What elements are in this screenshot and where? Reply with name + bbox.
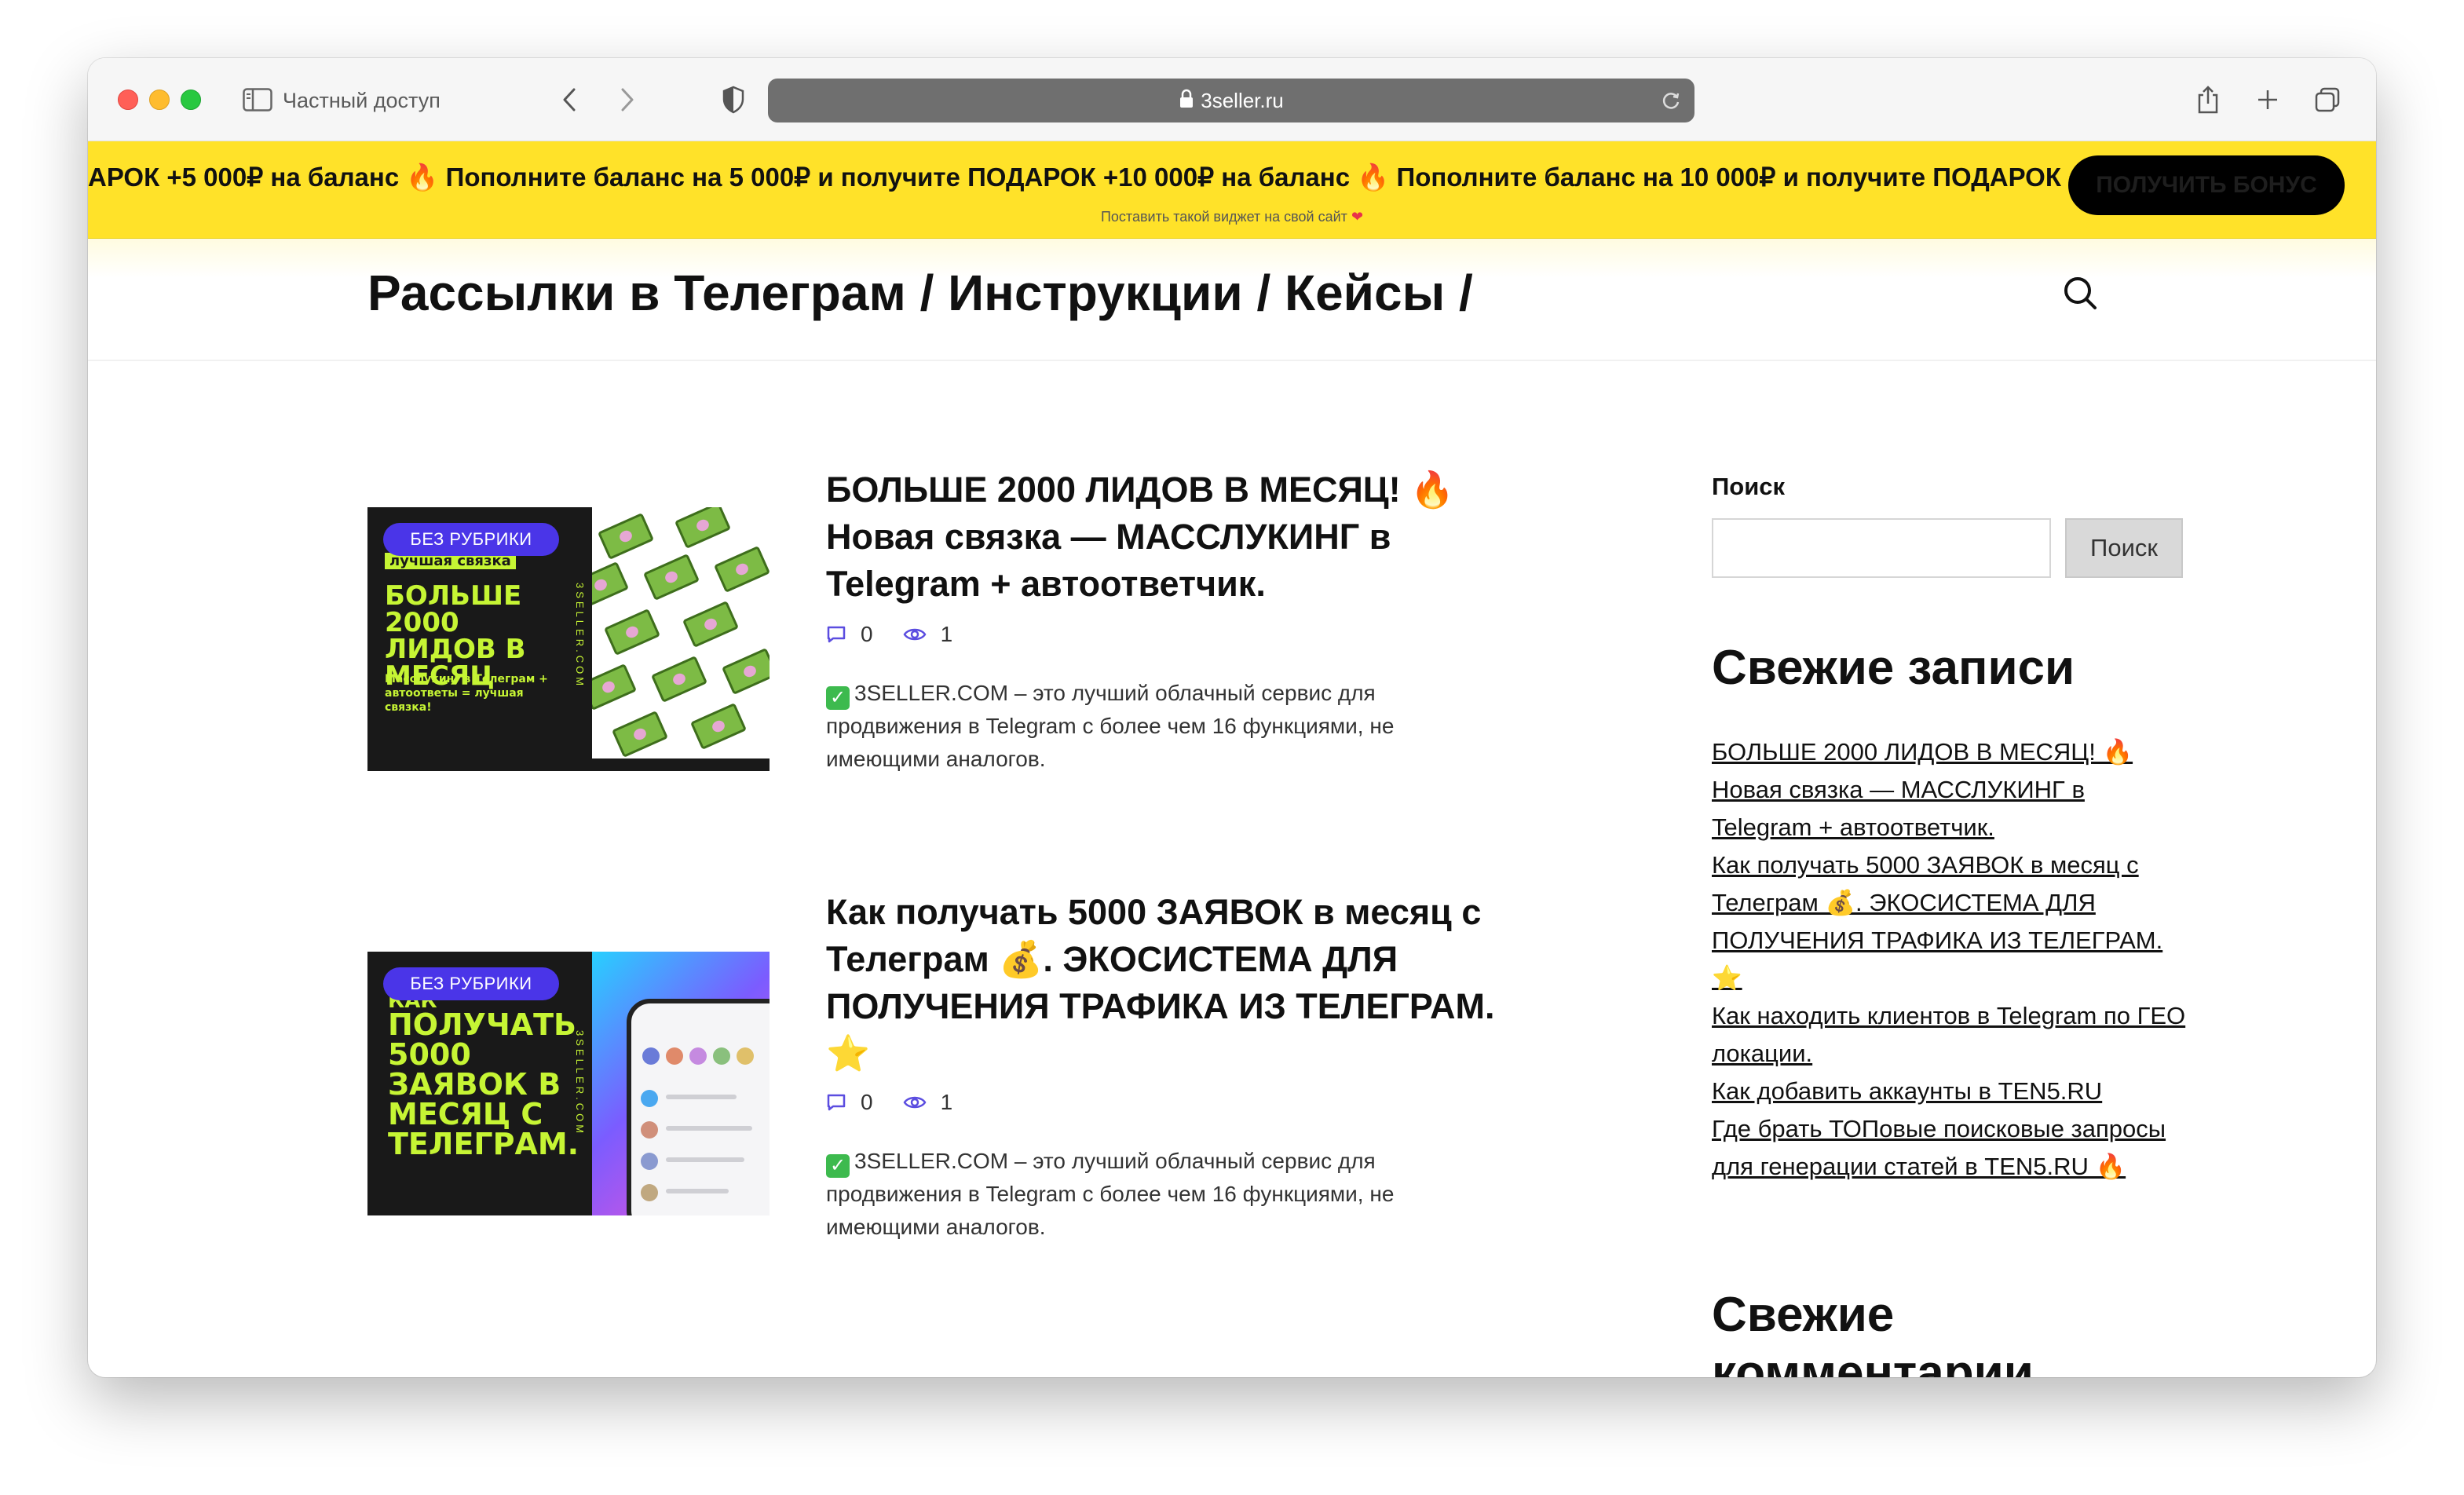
sidebar-search-input[interactable] <box>1712 518 2051 578</box>
money-illustration <box>592 507 770 758</box>
search-label: Поиск <box>1712 473 1786 500</box>
views-count: 1 <box>903 622 952 647</box>
browser-window: Частный доступ 3seller.ru АРОК +5 000₽ н… <box>88 58 2376 1377</box>
tabs-icon[interactable] <box>2312 80 2343 119</box>
heart-icon: ❤ <box>1351 209 1364 225</box>
zoom-window-button[interactable] <box>181 90 201 110</box>
comments-count[interactable]: 0 <box>826 622 873 647</box>
post-card: лучшая связка БОЛЬШЕ 2000 ЛИДОВ В МЕСЯЦ … <box>367 404 1506 812</box>
category-badge[interactable]: БЕЗ РУБРИКИ <box>383 967 559 1000</box>
close-window-button[interactable] <box>118 90 138 110</box>
comments-count[interactable]: 0 <box>826 1090 873 1115</box>
recent-post-link[interactable]: Как получать 5000 ЗАЯВОК в месяц с Телег… <box>1712 846 2191 997</box>
post-meta: 0 1 <box>826 622 982 647</box>
sidebar-icon[interactable] <box>240 80 275 119</box>
post-meta: 0 1 <box>826 1090 982 1115</box>
minimize-window-button[interactable] <box>149 90 170 110</box>
category-badge[interactable]: БЕЗ РУБРИКИ <box>383 523 559 556</box>
recent-post-link[interactable]: Где брать ТОПовые поисковые запросы для … <box>1712 1110 2191 1186</box>
url-text: 3seller.ru <box>1201 88 1284 112</box>
recent-comments-heading: Свежие комментарии <box>1712 1288 2034 1377</box>
plus-icon[interactable] <box>2252 80 2283 119</box>
chevron-right-icon[interactable] <box>616 80 639 119</box>
post-title[interactable]: Как получать 5000 ЗАЯВОК в месяц с Телег… <box>826 889 1501 1077</box>
get-bonus-button[interactable]: ПОЛУЧИТЬ БОНУС <box>2068 155 2345 215</box>
thumb-headline: ПОЛУЧАТЬ 5000 ЗАЯВОК В МЕСЯЦ С ТЕЛЕГРАМ. <box>388 1007 579 1161</box>
site-title[interactable]: Рассылки в Телеграм / Инструкции / Кейсы… <box>367 264 1473 322</box>
recent-post-link[interactable]: БОЛЬШЕ 2000 ЛИДОВ В МЕСЯЦ! 🔥 Новая связк… <box>1712 733 2191 846</box>
sidebar-search-button[interactable]: Поиск <box>2065 518 2183 578</box>
thumb-caption: Масслукинг в Телеграм + автоответы = луч… <box>385 673 548 714</box>
private-browsing-label: Частный доступ <box>283 89 441 112</box>
promo-banner: АРОК +5 000₽ на баланс 🔥 Пополните балан… <box>88 141 2376 239</box>
post-card: КАК ПОЛУЧАТЬ 5000 ЗАЯВОК В МЕСЯЦ С ТЕЛЕГ… <box>367 826 1506 1266</box>
browser-toolbar: Частный доступ 3seller.ru <box>88 58 2376 141</box>
comment-icon <box>827 626 846 643</box>
checkmark-icon: ✓ <box>826 686 850 710</box>
recent-posts-list: БОЛЬШЕ 2000 ЛИДОВ В МЕСЯЦ! 🔥 Новая связк… <box>1712 733 2191 1186</box>
recent-posts-heading: Свежие записи <box>1712 641 2075 695</box>
recent-post-link[interactable]: Как добавить аккаунты в TEN5.RU <box>1712 1073 2191 1110</box>
eye-icon <box>903 1096 927 1109</box>
eye-icon <box>903 628 927 641</box>
header-divider <box>88 360 2376 361</box>
thumb-watermark: 3SELLER.COM <box>574 583 586 689</box>
post-excerpt: ✓ 3SELLER.COM – это лучший облачный серви… <box>826 681 1395 771</box>
lock-icon <box>1179 89 1194 113</box>
search-icon[interactable] <box>2059 272 2103 316</box>
phone-illustration <box>627 999 770 1215</box>
share-icon[interactable] <box>2192 80 2224 119</box>
post-thumbnail[interactable]: КАК ПОЛУЧАТЬ 5000 ЗАЯВОК В МЕСЯЦ С ТЕЛЕГ… <box>367 952 770 1215</box>
recent-post-link[interactable]: Как находить клиентов в Telegram по ГЕО … <box>1712 997 2191 1073</box>
chevron-left-icon[interactable] <box>558 80 581 119</box>
widget-note[interactable]: Поставить такой виджет на свой сайт ❤ <box>88 209 2376 225</box>
checkmark-icon: ✓ <box>826 1154 850 1178</box>
post-title[interactable]: БОЛЬШЕ 2000 ЛИДОВ В МЕСЯЦ! 🔥 Новая связк… <box>826 466 1501 608</box>
promo-ticker-text: АРОК +5 000₽ на баланс 🔥 Пополните балан… <box>88 163 2316 192</box>
reload-icon[interactable] <box>1660 90 1682 115</box>
comment-icon <box>827 1094 846 1111</box>
thumb-watermark: 3SELLER.COM <box>574 1030 586 1137</box>
views-count: 1 <box>903 1090 952 1115</box>
post-excerpt: ✓ 3SELLER.COM – это лучший облачный серви… <box>826 1149 1395 1239</box>
shield-icon[interactable] <box>718 80 749 119</box>
post-thumbnail[interactable]: лучшая связка БОЛЬШЕ 2000 ЛИДОВ В МЕСЯЦ … <box>367 507 770 771</box>
address-bar[interactable]: 3seller.ru <box>768 79 1694 122</box>
